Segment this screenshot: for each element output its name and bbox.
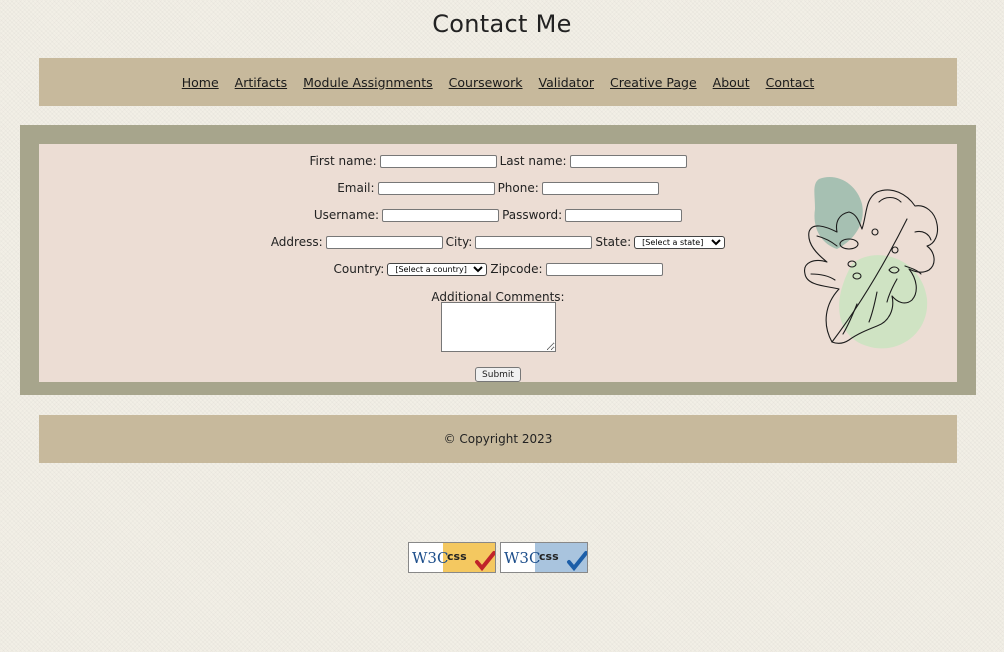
nav-link-artifacts[interactable]: Artifacts (235, 75, 287, 90)
zipcode-field[interactable] (545, 262, 663, 276)
w3c-logo-text: W3C (504, 549, 540, 567)
phone-field[interactable] (541, 181, 659, 195)
nav-link-contact[interactable]: Contact (766, 75, 815, 90)
comments-textarea[interactable] (441, 302, 556, 352)
w3c-badge-graphic: W3C css (409, 543, 495, 572)
w3c-logo-text: W3C (412, 549, 448, 567)
contact-form-frame: First name: Last name: Email: Phone: Use… (20, 125, 976, 395)
state-select[interactable]: [Select a state] (634, 235, 726, 249)
monstera-leaf-illustration (804, 176, 939, 349)
css-badge-text: css (447, 550, 467, 563)
address-label: Address: (270, 235, 323, 249)
nav-link-creative-page[interactable]: Creative Page (610, 75, 697, 90)
nav-link-about[interactable]: About (713, 75, 750, 90)
email-field[interactable] (377, 181, 495, 195)
city-label: City: (445, 235, 473, 249)
copyright-text: © Copyright 2023 (443, 432, 553, 446)
form-row-name: First name: Last name: (39, 154, 957, 168)
w3c-css-badge-gold[interactable]: W3C css (408, 542, 496, 573)
nav-link-home[interactable]: Home (182, 75, 219, 90)
city-field[interactable] (475, 235, 593, 249)
address-field[interactable] (325, 235, 443, 249)
nav-link-validator[interactable]: Validator (539, 75, 594, 90)
username-label: Username: (313, 208, 380, 222)
country-select[interactable]: [Select a country] (387, 262, 488, 276)
password-field[interactable] (565, 208, 683, 222)
first-name-label: First name: (309, 154, 377, 168)
first-name-field[interactable] (379, 154, 497, 168)
w3c-css-badge-blue[interactable]: W3C css (500, 542, 588, 573)
password-label: Password: (502, 208, 563, 222)
footer: © Copyright 2023 (39, 415, 957, 463)
nav-link-coursework[interactable]: Coursework (449, 75, 523, 90)
page-title: Contact Me (432, 10, 572, 38)
nav-link-module-assignments[interactable]: Module Assignments (303, 75, 433, 90)
phone-label: Phone: (497, 181, 539, 195)
submit-button[interactable]: Submit (475, 367, 521, 382)
username-field[interactable] (382, 208, 500, 222)
last-name-label: Last name: (499, 154, 567, 168)
zipcode-label: Zipcode: (490, 262, 543, 276)
w3c-badge-graphic: W3C css (501, 543, 587, 572)
email-label: Email: (337, 181, 375, 195)
state-label: State: (595, 235, 632, 249)
contact-form: First name: Last name: Email: Phone: Use… (39, 144, 957, 382)
country-label: Country: (333, 262, 385, 276)
css-badge-text: css (539, 550, 559, 563)
main-nav: Home Artifacts Module Assignments Course… (39, 58, 957, 106)
last-name-field[interactable] (569, 154, 687, 168)
